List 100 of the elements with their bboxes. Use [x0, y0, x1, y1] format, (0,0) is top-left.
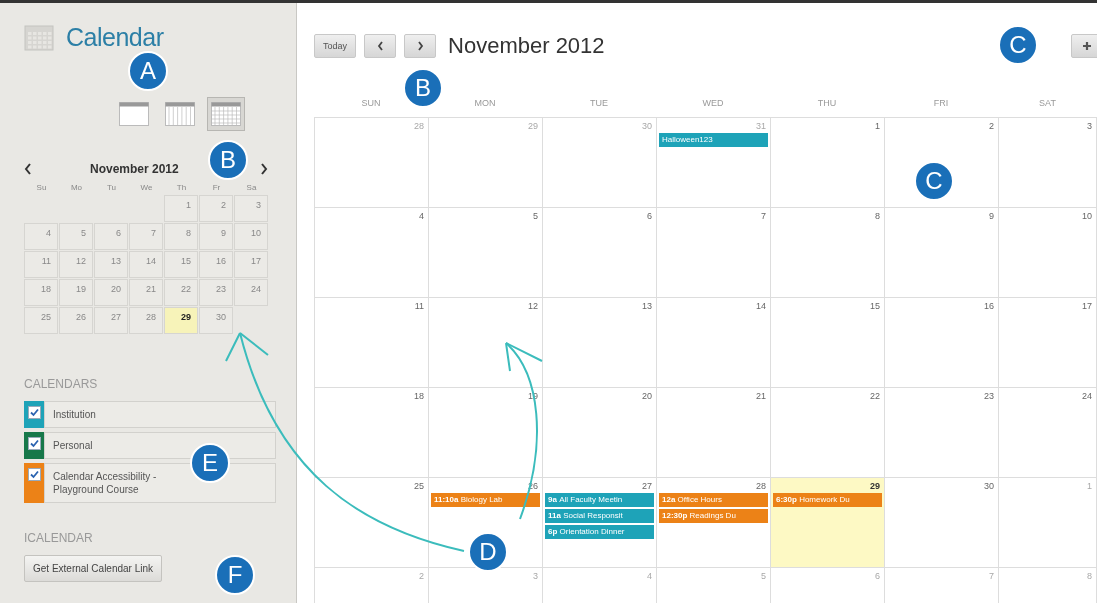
- event-chip[interactable]: 9a All Faculty Meetin: [545, 493, 654, 507]
- day-cell[interactable]: 4: [315, 208, 429, 298]
- mini-calendar-day[interactable]: 12: [59, 251, 93, 278]
- mini-calendar-day[interactable]: 21: [129, 279, 163, 306]
- day-number: 21: [755, 391, 767, 401]
- event-chip[interactable]: 11a Social Responsit: [545, 509, 654, 523]
- mini-calendar-day[interactable]: 24: [234, 279, 268, 306]
- mini-calendar-day[interactable]: 1: [164, 195, 198, 222]
- day-cell[interactable]: 31 Halloween123: [657, 118, 771, 208]
- day-cell[interactable]: 28 12a Office Hours 12:30p Readings Du: [657, 478, 771, 568]
- checkbox[interactable]: [27, 406, 41, 419]
- mini-calendar-day[interactable]: 13: [94, 251, 128, 278]
- mini-calendar-day[interactable]: 27: [94, 307, 128, 334]
- day-number: 3: [1086, 121, 1093, 131]
- day-number: 29: [869, 481, 881, 491]
- mini-calendar-day[interactable]: 15: [164, 251, 198, 278]
- event-chip[interactable]: 6:30p Homework Du: [773, 493, 882, 507]
- event-chip[interactable]: 6p Orientation Dinner: [545, 525, 654, 539]
- mini-calendar-day[interactable]: 20: [94, 279, 128, 306]
- add-button[interactable]: [1071, 34, 1097, 58]
- day-cell[interactable]: 13: [543, 298, 657, 388]
- month-view-button[interactable]: [207, 97, 245, 131]
- mini-calendar-day[interactable]: 10: [234, 223, 268, 250]
- callout-badge: B: [403, 68, 443, 108]
- mini-calendar-day[interactable]: 29: [164, 307, 198, 334]
- mini-calendar-day[interactable]: 16: [199, 251, 233, 278]
- event-chip[interactable]: Halloween123: [659, 133, 768, 147]
- day-cell[interactable]: 8: [771, 208, 885, 298]
- day-cell[interactable]: 12: [429, 298, 543, 388]
- day-cell[interactable]: 17: [999, 298, 1097, 388]
- external-link-button[interactable]: Get External Calendar Link: [24, 555, 163, 582]
- weekday-label: Su: [35, 181, 48, 194]
- day-cell[interactable]: 6: [543, 208, 657, 298]
- mini-calendar-day[interactable]: 30: [199, 307, 233, 334]
- mini-calendar-day[interactable]: 17: [234, 251, 268, 278]
- day-cell[interactable]: 27 9a All Faculty Meetin 11a Social Responsit 6p Orientation Dinner: [543, 478, 657, 568]
- day-cell[interactable]: 16: [885, 298, 999, 388]
- day-cell[interactable]: 7: [657, 208, 771, 298]
- day-cell[interactable]: 22: [771, 388, 885, 478]
- day-number: 23: [983, 391, 995, 401]
- section-heading: ICALENDAR: [24, 531, 94, 545]
- day-cell[interactable]: 29 6:30p Homework Du: [771, 478, 885, 568]
- calendar-title: Calendar: [66, 22, 164, 52]
- mini-calendar-day[interactable]: 9: [199, 223, 233, 250]
- day-view-icon: [119, 102, 149, 126]
- day-cell[interactable]: 15: [771, 298, 885, 388]
- event-chip[interactable]: 11:10a Biology Lab: [431, 493, 540, 507]
- day-number: 13: [641, 301, 653, 311]
- day-cell[interactable]: 5: [429, 208, 543, 298]
- mini-calendar-day[interactable]: 14: [129, 251, 163, 278]
- mini-calendar-day[interactable]: 11: [24, 251, 58, 278]
- day-cell[interactable]: 24: [999, 388, 1097, 478]
- mini-calendar-day[interactable]: 22: [164, 279, 198, 306]
- mini-calendar-day[interactable]: 26: [59, 307, 93, 334]
- day-cell[interactable]: 30: [543, 118, 657, 208]
- day-cell[interactable]: 18: [315, 388, 429, 478]
- calendar-name[interactable]: Institution: [44, 401, 276, 428]
- mini-calendar-day[interactable]: 23: [199, 279, 233, 306]
- day-cell[interactable]: 3: [999, 118, 1097, 208]
- day-cell[interactable]: 1: [771, 118, 885, 208]
- weekday-header: THU: [816, 98, 838, 108]
- day-cell[interactable]: 11: [315, 298, 429, 388]
- day-cell[interactable]: 14: [657, 298, 771, 388]
- day-cell[interactable]: 30: [885, 478, 999, 568]
- today-button[interactable]: Today: [314, 34, 357, 58]
- mini-calendar-day[interactable]: 3: [234, 195, 268, 222]
- day-cell[interactable]: 23: [885, 388, 999, 478]
- day-number: 25: [413, 481, 425, 491]
- mini-calendar-day[interactable]: 19: [59, 279, 93, 306]
- day-cell[interactable]: 25: [315, 478, 429, 568]
- chevron-right-icon[interactable]: [260, 163, 268, 175]
- mini-calendar-day[interactable]: 6: [94, 223, 128, 250]
- mini-calendar-day[interactable]: 8: [164, 223, 198, 250]
- callout-badge: C: [998, 25, 1038, 65]
- mini-calendar-day[interactable]: 28: [129, 307, 163, 334]
- mini-calendar-day[interactable]: 18: [24, 279, 58, 306]
- day-number: 1: [1086, 481, 1093, 491]
- day-number: 7: [760, 211, 767, 221]
- day-cell[interactable]: 29: [429, 118, 543, 208]
- mini-calendar-day[interactable]: 2: [199, 195, 233, 222]
- day-number: 28: [755, 481, 767, 491]
- mini-calendar-day[interactable]: 4: [24, 223, 58, 250]
- day-cell[interactable]: 20: [543, 388, 657, 478]
- mini-calendar-day[interactable]: 7: [129, 223, 163, 250]
- checkbox[interactable]: [27, 468, 41, 481]
- day-cell[interactable]: 10: [999, 208, 1097, 298]
- checkbox[interactable]: [27, 437, 41, 450]
- day-cell[interactable]: 28: [315, 118, 429, 208]
- day-number: 1: [874, 121, 881, 131]
- event-chip[interactable]: 12a Office Hours: [659, 493, 768, 507]
- mini-calendar-day[interactable]: 25: [24, 307, 58, 334]
- day-cell[interactable]: 21: [657, 388, 771, 478]
- event-chip[interactable]: 12:30p Readings Du: [659, 509, 768, 523]
- weekday-header: SAT: [1038, 98, 1057, 108]
- day-cell[interactable]: 1: [999, 478, 1097, 568]
- day-cell[interactable]: 9: [885, 208, 999, 298]
- previous-button[interactable]: [364, 34, 397, 58]
- mini-calendar-day[interactable]: 5: [59, 223, 93, 250]
- next-button[interactable]: [404, 34, 437, 58]
- chevron-left-icon[interactable]: [24, 163, 32, 175]
